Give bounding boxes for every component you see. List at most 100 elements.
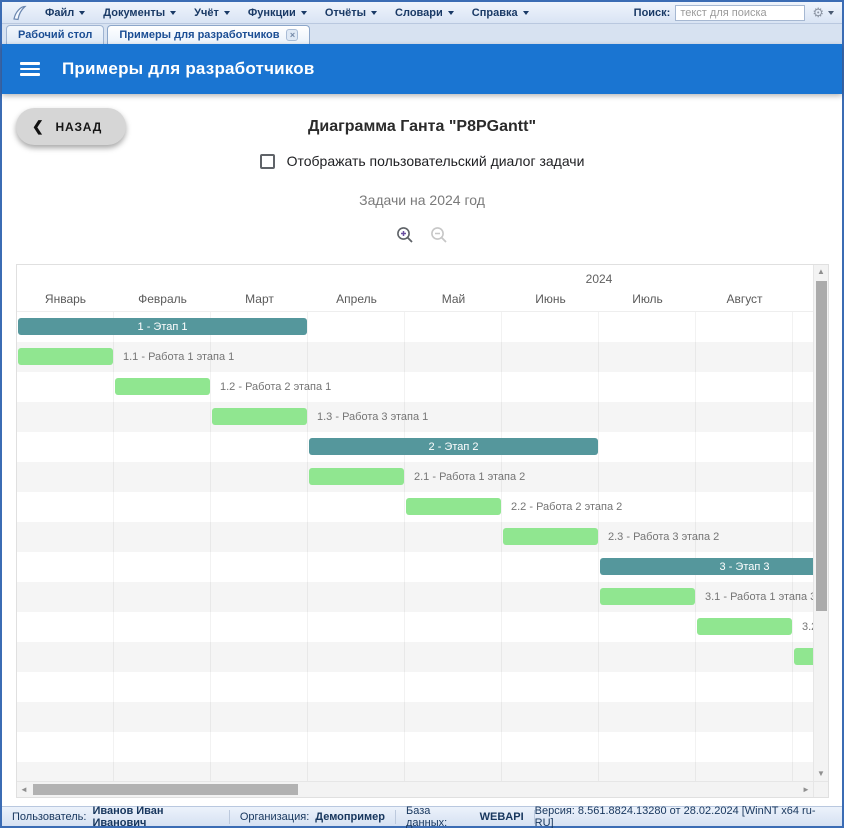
gantt-bar-work[interactable] bbox=[503, 528, 598, 545]
dialog-option-row: Отображать пользовательский диалог задач… bbox=[2, 153, 842, 169]
hamburger-menu-icon[interactable] bbox=[20, 62, 40, 76]
zoom-controls bbox=[2, 225, 842, 245]
show-dialog-checkbox[interactable] bbox=[260, 154, 275, 169]
app-window: Файл Документы Учёт Функции Отчёты Словари Спр… bbox=[0, 0, 844, 828]
month-label: Сентябрь bbox=[793, 292, 813, 306]
gantt-timescale-header: 2024 ЯнварьФевральМартАпрельМайИюньИюльА… bbox=[17, 265, 813, 311]
gantt-bar-label: 1.2 - Работа 2 этапа 1 bbox=[220, 372, 331, 402]
status-user-label: Пользователь: bbox=[12, 811, 86, 823]
tab-label: Рабочий стол bbox=[18, 29, 92, 41]
gantt-bar-label: 3.1 - Работа 1 этапа 3 bbox=[705, 582, 813, 612]
gear-dropdown-caret-icon[interactable] bbox=[828, 11, 834, 15]
gantt-row bbox=[17, 732, 813, 762]
gantt-bar-label: 1.3 - Работа 3 этапа 1 bbox=[317, 402, 428, 432]
gantt-row: 1 - Этап 1 bbox=[17, 312, 813, 342]
dropdown-caret-icon bbox=[301, 11, 307, 15]
gantt-row: 1.2 - Работа 2 этапа 1 bbox=[17, 372, 813, 402]
gantt-row: 1.3 - Работа 3 этапа 1 bbox=[17, 402, 813, 432]
status-bar: Пользователь: Иванов Иван Иванович Орган… bbox=[2, 806, 842, 826]
gantt-bar-stage[interactable]: 3 - Этап 3 bbox=[600, 558, 813, 575]
gantt-horizontal-scrollbar[interactable]: ◄ ► bbox=[17, 781, 813, 797]
vertical-scroll-thumb[interactable] bbox=[816, 281, 827, 611]
menubar: Файл Документы Учёт Функции Отчёты Словари Спр… bbox=[2, 2, 842, 24]
tab-label: Примеры для разработчиков bbox=[119, 29, 279, 41]
gantt-vertical-scrollbar[interactable]: ▲ ▼ bbox=[813, 265, 828, 781]
scroll-left-icon[interactable]: ◄ bbox=[17, 783, 31, 797]
back-button[interactable]: ❮ НАЗАД bbox=[16, 108, 126, 145]
gantt-rows-area: 1 - Этап 1 1.1 - Работа 1 этапа 11.2 - Ра… bbox=[17, 311, 813, 781]
month-label: Июнь bbox=[502, 292, 599, 306]
gantt-row: 1.1 - Работа 1 этапа 1 bbox=[17, 342, 813, 372]
gantt-bar-work[interactable] bbox=[309, 468, 404, 485]
month-label: Август bbox=[696, 292, 793, 306]
menubar-item[interactable]: Документы bbox=[94, 2, 185, 23]
gantt-row: 3.1 - Работа 1 этапа 3 bbox=[17, 582, 813, 612]
status-version: Версия: 8.561.8824.13280 от 28.02.2024 [… bbox=[535, 805, 834, 828]
app-logo-icon bbox=[12, 5, 28, 21]
scrollbar-corner bbox=[813, 781, 828, 797]
menubar-item[interactable]: Файл bbox=[36, 2, 94, 23]
scroll-right-icon[interactable]: ► bbox=[799, 783, 813, 797]
tab-active[interactable]: Примеры для разработчиков × bbox=[107, 25, 310, 44]
gantt-row bbox=[17, 702, 813, 732]
page-title: Диаграмма Ганта "P8PGantt" bbox=[2, 94, 842, 136]
gantt-bar-work[interactable] bbox=[406, 498, 501, 515]
horizontal-scroll-thumb[interactable] bbox=[33, 784, 298, 795]
gantt-bar-work[interactable] bbox=[18, 348, 113, 365]
status-db-label: База данных: bbox=[406, 805, 474, 828]
dropdown-caret-icon bbox=[79, 11, 85, 15]
dropdown-caret-icon bbox=[448, 11, 454, 15]
gantt-bar-label: 2.1 - Работа 1 этапа 2 bbox=[414, 462, 525, 492]
menubar-item-label: Документы bbox=[103, 7, 165, 19]
menubar-item-label: Функции bbox=[248, 7, 296, 19]
gantt-bar-label: 2.2 - Работа 2 этапа 2 bbox=[511, 492, 622, 522]
app-header: Примеры для разработчиков bbox=[2, 44, 842, 94]
gantt-row: 2 - Этап 2 bbox=[17, 432, 813, 462]
gear-icon[interactable]: ⚙ bbox=[812, 6, 824, 19]
menubar-item[interactable]: Учёт bbox=[185, 2, 239, 23]
month-label: Апрель bbox=[308, 292, 405, 306]
gantt-bar-stage[interactable]: 2 - Этап 2 bbox=[309, 438, 598, 455]
month-label: Июль bbox=[599, 292, 696, 306]
gantt-row: 2.1 - Работа 1 этапа 2 bbox=[17, 462, 813, 492]
zoom-in-icon[interactable] bbox=[395, 225, 415, 245]
menubar-item[interactable]: Справка bbox=[463, 2, 538, 23]
gantt-bar-work[interactable] bbox=[600, 588, 695, 605]
menubar-item-label: Файл bbox=[45, 7, 74, 19]
gantt-bar-work[interactable] bbox=[212, 408, 307, 425]
page-content: ❮ НАЗАД Диаграмма Ганта "P8PGantt" Отобр… bbox=[2, 94, 842, 806]
tab-close-icon[interactable]: × bbox=[286, 29, 298, 41]
scroll-up-icon[interactable]: ▲ bbox=[814, 265, 828, 279]
gantt-row: 3.2 - Работа 2 этапа 3 bbox=[17, 612, 813, 642]
gantt-year-label: 2024 bbox=[17, 272, 813, 286]
dropdown-caret-icon bbox=[371, 11, 377, 15]
gantt-bar-stage[interactable]: 1 - Этап 1 bbox=[18, 318, 307, 335]
status-db-value: WEBAPI bbox=[480, 811, 524, 823]
menubar-item-label: Справка bbox=[472, 7, 518, 19]
menubar-item[interactable]: Словари bbox=[386, 2, 463, 23]
gantt-bar-label: 2.3 - Работа 3 этапа 2 bbox=[608, 522, 719, 552]
back-chevron-icon: ❮ bbox=[32, 118, 45, 135]
gantt-row bbox=[17, 672, 813, 702]
menubar-item-label: Словари bbox=[395, 7, 443, 19]
zoom-out-icon[interactable] bbox=[429, 225, 449, 245]
status-user-value: Иванов Иван Иванович bbox=[92, 805, 218, 828]
back-button-label: НАЗАД bbox=[56, 120, 103, 134]
scroll-down-icon[interactable]: ▼ bbox=[814, 767, 828, 781]
search-label: Поиск: bbox=[634, 7, 671, 19]
menubar-item[interactable]: Отчёты bbox=[316, 2, 386, 23]
status-db: База данных: WEBAPI bbox=[396, 810, 535, 824]
gantt-bar-work[interactable] bbox=[794, 648, 813, 665]
tab-bar: Рабочий стол Примеры для разработчиков × bbox=[2, 24, 842, 44]
dropdown-caret-icon bbox=[523, 11, 529, 15]
show-dialog-checkbox-label: Отображать пользовательский диалог задач… bbox=[287, 153, 585, 169]
gantt-bar-work[interactable] bbox=[115, 378, 210, 395]
menubar-item[interactable]: Функции bbox=[239, 2, 316, 23]
gantt-row: 3.3 - Работа 3 этапа 3 bbox=[17, 642, 813, 672]
gantt-row: 3 - Этап 3 bbox=[17, 552, 813, 582]
gantt-row: 2.2 - Работа 2 этапа 2 bbox=[17, 492, 813, 522]
month-label: Январь bbox=[17, 292, 114, 306]
gantt-bar-work[interactable] bbox=[697, 618, 792, 635]
tab[interactable]: Рабочий стол bbox=[6, 25, 104, 44]
search-input[interactable] bbox=[675, 5, 805, 21]
